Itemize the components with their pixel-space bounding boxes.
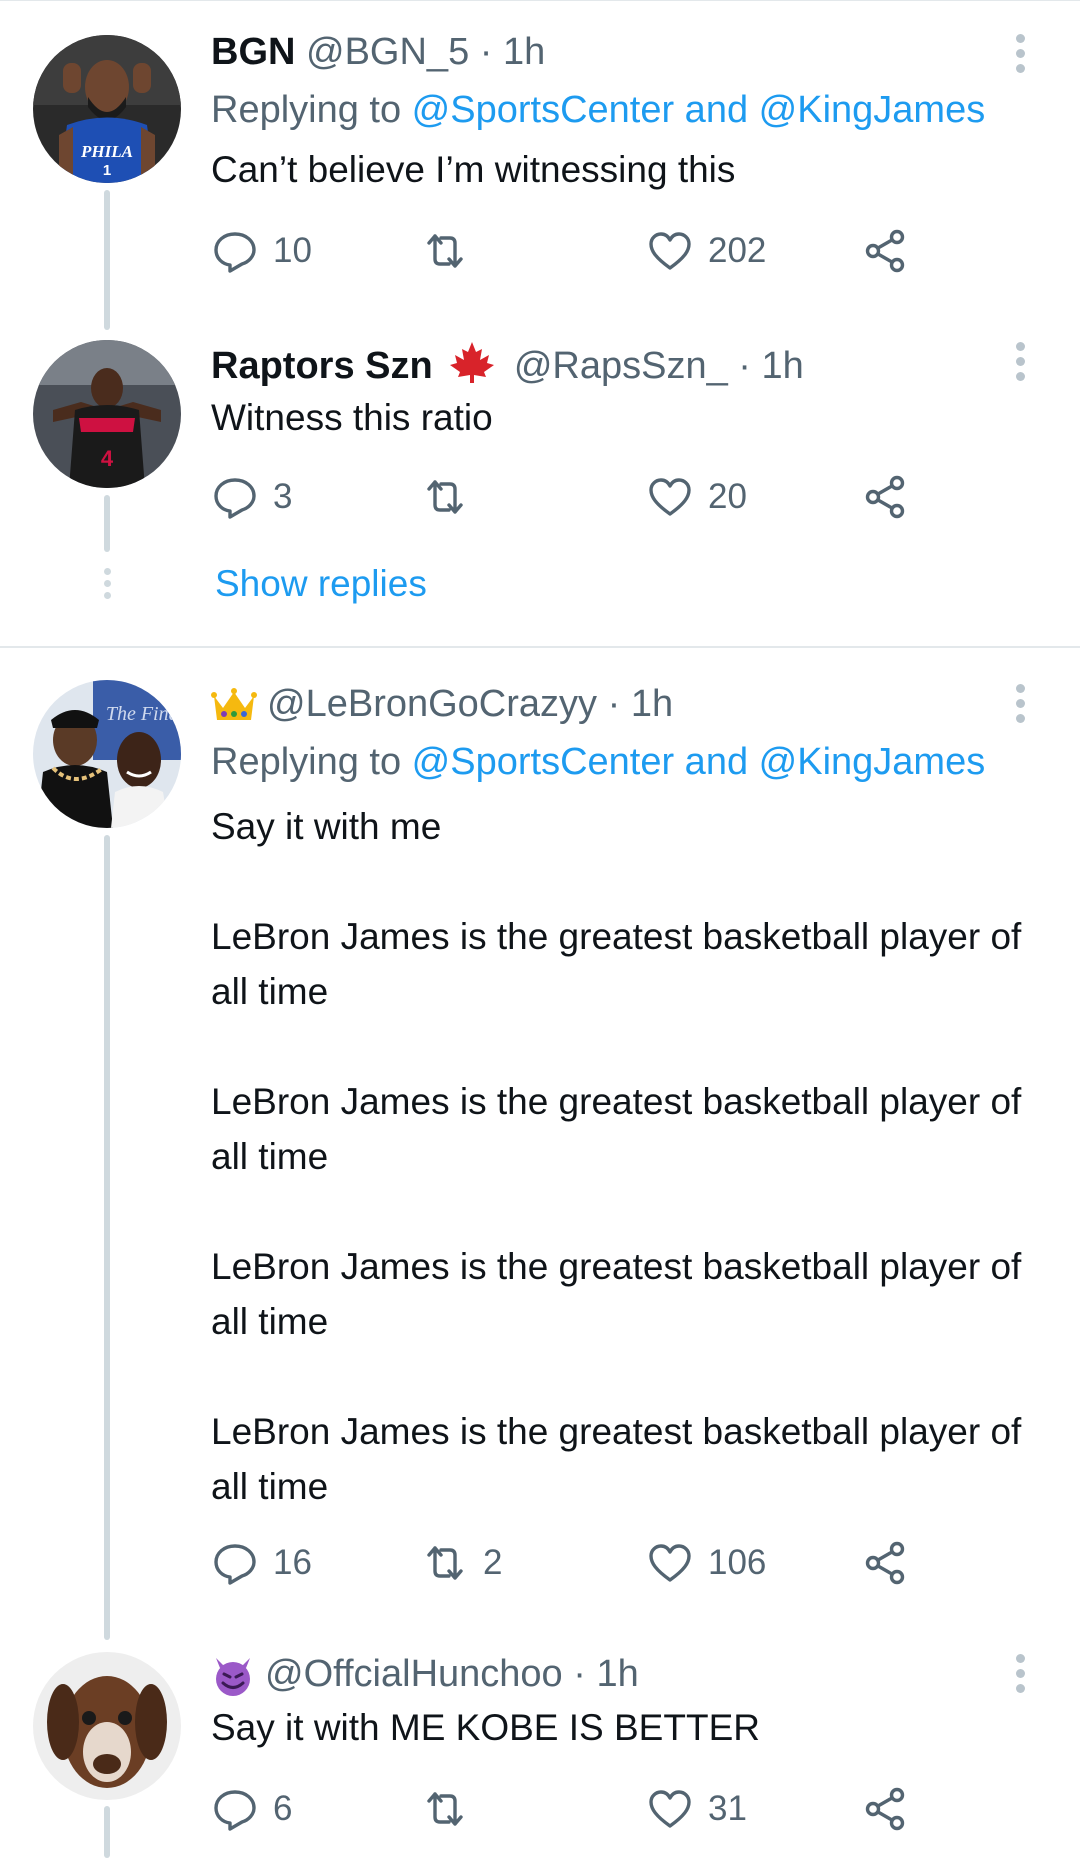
display-name[interactable]: BGN xyxy=(211,31,295,73)
user-handle[interactable]: @OffcialHunchoo xyxy=(265,1653,563,1695)
retweet-icon xyxy=(427,1546,463,1580)
thread-line xyxy=(104,1806,110,1858)
replying-to: Replying to @SportsCenter and @KingJames xyxy=(211,89,986,131)
retweet-button[interactable] xyxy=(421,472,483,522)
tweet-text: Say it with me LeBron James is the great… xyxy=(211,806,1022,1507)
more-options-icon[interactable] xyxy=(1010,1654,1030,1696)
section-divider xyxy=(0,646,1080,648)
tweet-actions: 10 202 xyxy=(211,226,931,276)
show-replies-link[interactable]: Show replies xyxy=(215,560,427,608)
display-name[interactable]: Raptors Szn xyxy=(211,345,433,387)
like-count: 202 xyxy=(708,231,767,270)
replying-to: Replying to @SportsCenter and @KingJames xyxy=(211,741,986,783)
heart-icon xyxy=(649,478,691,516)
heart-icon xyxy=(649,232,691,270)
retweet-button[interactable]: 2 xyxy=(421,1538,502,1588)
share-icon xyxy=(865,1787,905,1831)
retweet-button[interactable] xyxy=(421,1784,483,1834)
tweet-actions: 6 31 xyxy=(211,1784,931,1834)
timestamp[interactable]: · 1h xyxy=(480,31,545,73)
thread-line xyxy=(104,190,110,330)
crown-icon xyxy=(211,687,257,720)
tweet-actions: 16 2 106 xyxy=(211,1538,931,1588)
svg-text:1: 1 xyxy=(103,162,111,179)
reply-button[interactable]: 3 xyxy=(211,472,292,522)
share-button[interactable] xyxy=(861,472,909,522)
top-divider xyxy=(0,0,1080,1)
user-handle[interactable]: @BGN_5 xyxy=(306,31,469,73)
like-count: 31 xyxy=(708,1789,747,1828)
avatar[interactable]: PHILA 1 xyxy=(33,35,181,183)
share-icon xyxy=(865,1541,905,1585)
timestamp[interactable]: · 1h xyxy=(608,683,673,725)
tweet-text: Say it with ME KOBE IS BETTER xyxy=(211,1707,760,1748)
avatar[interactable]: The Final xyxy=(33,680,181,828)
heart-icon xyxy=(649,1544,691,1582)
svg-text:4: 4 xyxy=(101,446,114,471)
reply-count: 3 xyxy=(273,477,293,516)
reply-icon xyxy=(214,478,256,519)
share-button[interactable] xyxy=(861,1784,909,1834)
timestamp[interactable]: · 1h xyxy=(738,345,803,387)
thread-line xyxy=(104,835,110,1640)
avatar[interactable]: 4 xyxy=(33,340,181,488)
like-count: 106 xyxy=(708,1543,767,1582)
retweet-button[interactable] xyxy=(421,226,483,276)
reply-count: 16 xyxy=(273,1543,312,1582)
reply-count: 10 xyxy=(273,231,312,270)
like-button[interactable]: 31 xyxy=(646,1784,747,1834)
reply-icon xyxy=(214,1544,256,1585)
retweet-icon xyxy=(427,480,463,514)
tweet-header: @LeBronGoCrazyy · 1h xyxy=(211,680,673,728)
like-button[interactable]: 106 xyxy=(646,1538,766,1588)
share-icon xyxy=(865,475,905,519)
heart-icon xyxy=(649,1790,691,1828)
avatar[interactable] xyxy=(33,1652,181,1800)
tweet-header: BGN @BGN_5 · 1h xyxy=(211,28,545,76)
maple-leaf-icon xyxy=(450,342,495,383)
like-button[interactable]: 20 xyxy=(646,472,747,522)
more-options-icon[interactable] xyxy=(1010,342,1030,384)
more-options-icon[interactable] xyxy=(1010,684,1030,726)
retweet-icon xyxy=(427,1792,463,1826)
share-icon xyxy=(865,229,905,273)
tweet-text: Witness this ratio xyxy=(211,397,493,438)
tweet-actions: 3 20 xyxy=(211,472,931,522)
more-options-icon[interactable] xyxy=(1010,34,1030,76)
share-button[interactable] xyxy=(861,1538,909,1588)
timestamp[interactable]: · 1h xyxy=(573,1653,638,1695)
reply-icon xyxy=(214,232,256,273)
user-handle[interactable]: @LeBronGoCrazyy xyxy=(267,683,597,725)
thread-ellipsis-icon xyxy=(102,568,112,604)
svg-text:PHILA: PHILA xyxy=(80,142,133,161)
tweet-text: Can’t believe I’m witnessing this xyxy=(211,149,736,190)
share-button[interactable] xyxy=(861,226,909,276)
retweet-count: 2 xyxy=(483,1543,503,1582)
thread-line xyxy=(104,495,110,552)
reply-icon xyxy=(214,1790,256,1831)
user-handle[interactable]: @RapsSzn_ xyxy=(514,345,728,387)
reply-button[interactable]: 10 xyxy=(211,226,312,276)
reply-button[interactable]: 6 xyxy=(211,1784,292,1834)
smiling-devil-icon xyxy=(216,1657,250,1696)
like-count: 20 xyxy=(708,477,747,516)
replying-to-links[interactable]: @SportsCenter and @KingJames xyxy=(412,741,986,783)
reply-count: 6 xyxy=(273,1789,293,1828)
replying-to-links[interactable]: @SportsCenter and @KingJames xyxy=(412,89,986,131)
tweet-header: Raptors Szn @RapsSzn_ · 1h xyxy=(211,340,804,390)
tweet-header: @OffcialHunchoo · 1h xyxy=(211,1650,639,1698)
retweet-icon xyxy=(427,234,463,268)
like-button[interactable]: 202 xyxy=(646,226,766,276)
svg-text:The Final: The Final xyxy=(106,703,181,725)
reply-button[interactable]: 16 xyxy=(211,1538,312,1588)
